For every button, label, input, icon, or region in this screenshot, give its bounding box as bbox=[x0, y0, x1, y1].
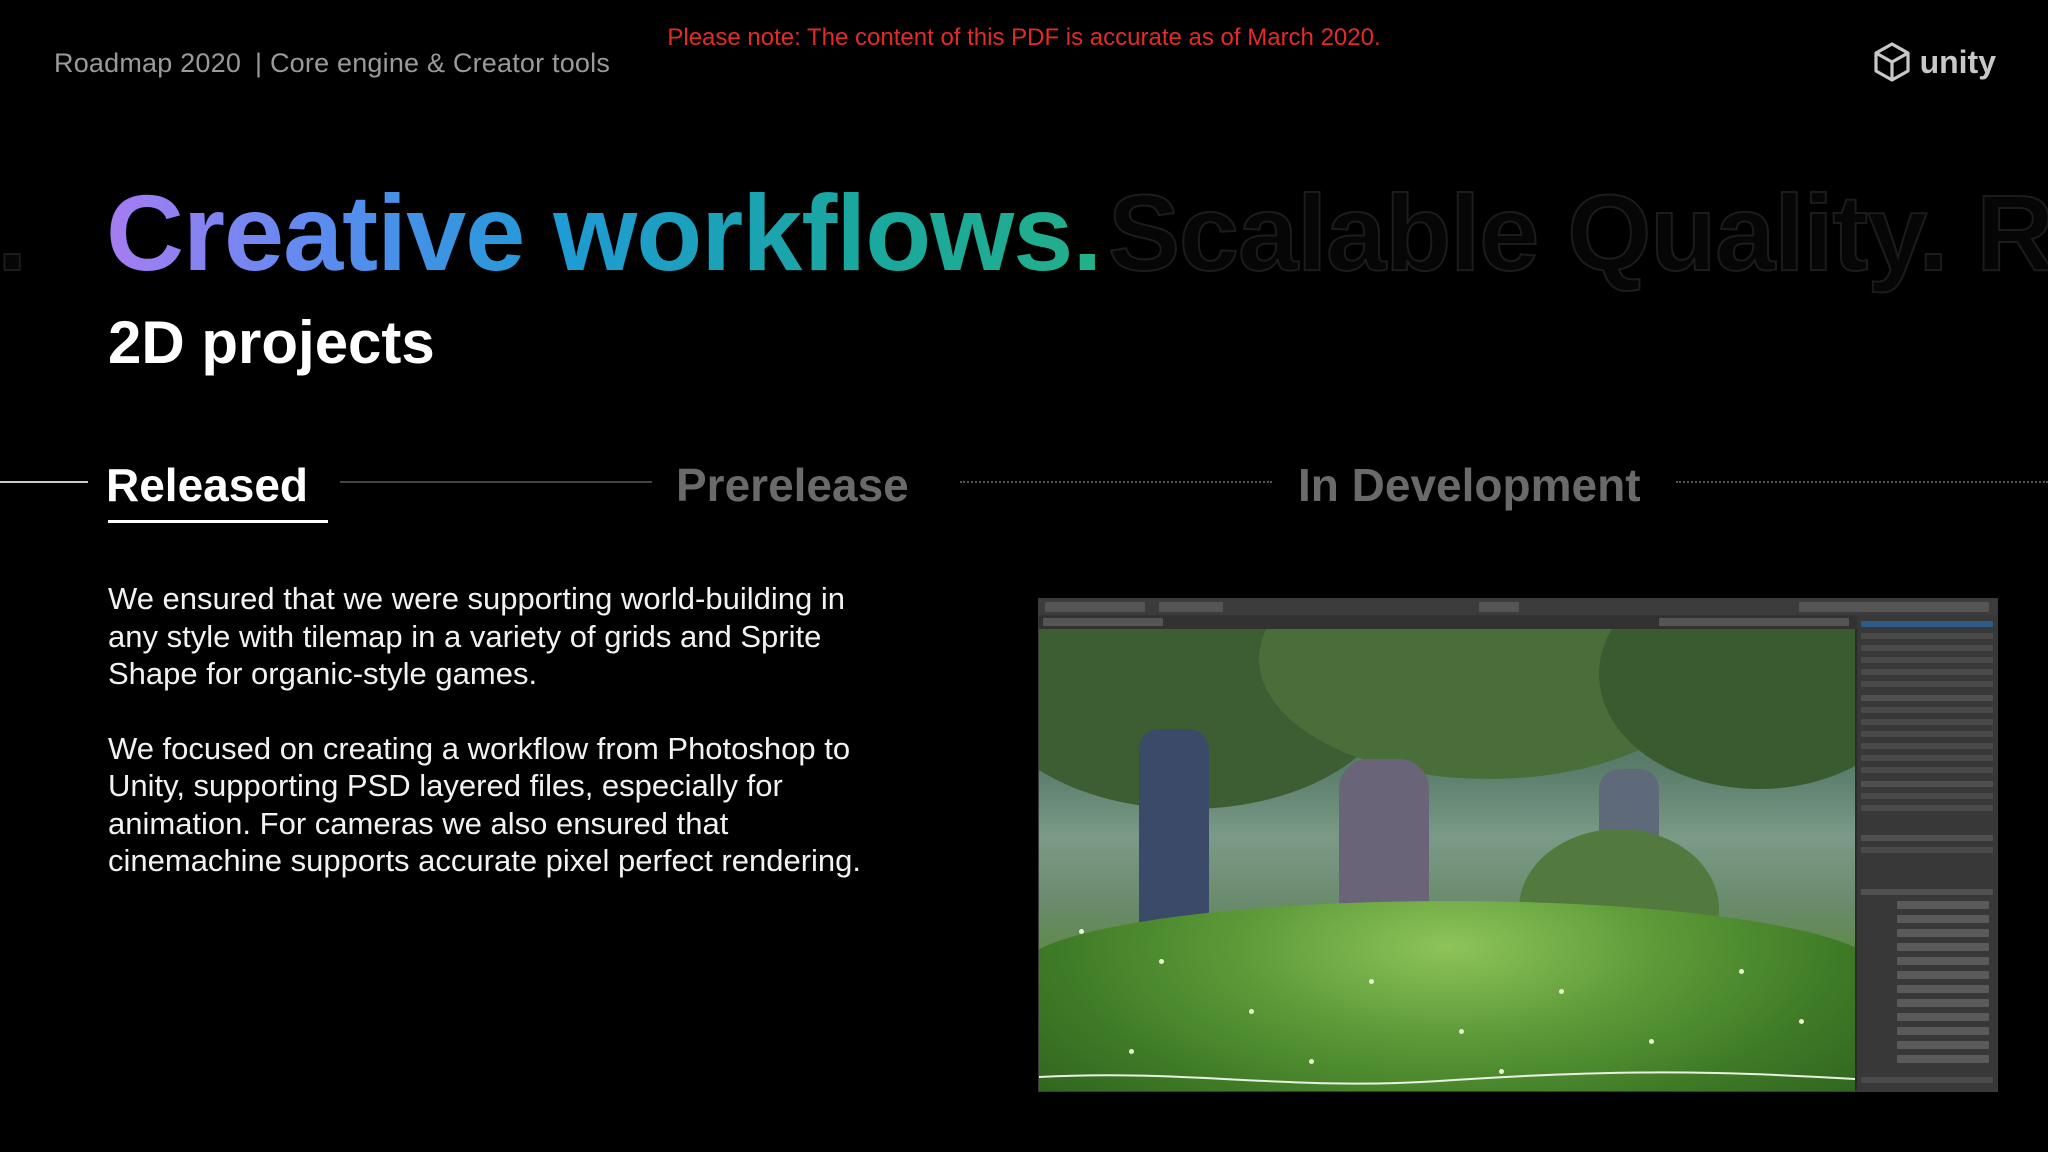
tab-line-1 bbox=[340, 481, 652, 483]
tab-released[interactable]: Released bbox=[106, 458, 308, 512]
tab-line-3 bbox=[1676, 481, 2048, 483]
hero-row: e. Creative workflows. Scalable Quality.… bbox=[0, 170, 2048, 300]
tab-in-development[interactable]: In Development bbox=[1298, 458, 1641, 512]
editor-inspector-panel bbox=[1857, 615, 1997, 1091]
section-label: | Core engine & Creator tools bbox=[255, 48, 611, 78]
hero-title: Creative workflows. bbox=[106, 172, 1102, 293]
hero-ghost-left: e. bbox=[0, 170, 28, 295]
logo-text: unity bbox=[1919, 43, 1996, 80]
tab-active-underline bbox=[108, 520, 328, 523]
hero-ghost-right: Scalable Quality. Re bbox=[1107, 171, 2048, 294]
tab-prerelease[interactable]: Prerelease bbox=[676, 458, 909, 512]
sprite-shape-spline bbox=[1039, 1071, 1855, 1085]
editor-scene-tabs bbox=[1039, 615, 1857, 629]
tab-line-2 bbox=[960, 481, 1272, 483]
accuracy-notice: Please note: The content of this PDF is … bbox=[667, 24, 1381, 51]
forest-scene-image bbox=[1039, 629, 1855, 1091]
status-tabs: Released Prerelease In Development bbox=[0, 440, 2048, 530]
body-text: We ensured that we were supporting world… bbox=[108, 580, 888, 917]
editor-toolbar bbox=[1039, 599, 1997, 615]
body-paragraph-1: We ensured that we were supporting world… bbox=[108, 581, 845, 691]
roadmap-label: Roadmap 2020 bbox=[54, 48, 242, 78]
tab-line-left bbox=[0, 481, 88, 483]
unity-cube-icon bbox=[1873, 42, 1910, 82]
page-subtitle: 2D projects bbox=[108, 309, 435, 376]
unity-editor-screenshot bbox=[1038, 598, 1998, 1092]
body-paragraph-2: We focused on creating a workflow from P… bbox=[108, 730, 862, 879]
unity-logo: unity bbox=[1870, 40, 1996, 84]
header-breadcrumb: Roadmap 2020 | Core engine & Creator tool… bbox=[54, 48, 620, 79]
